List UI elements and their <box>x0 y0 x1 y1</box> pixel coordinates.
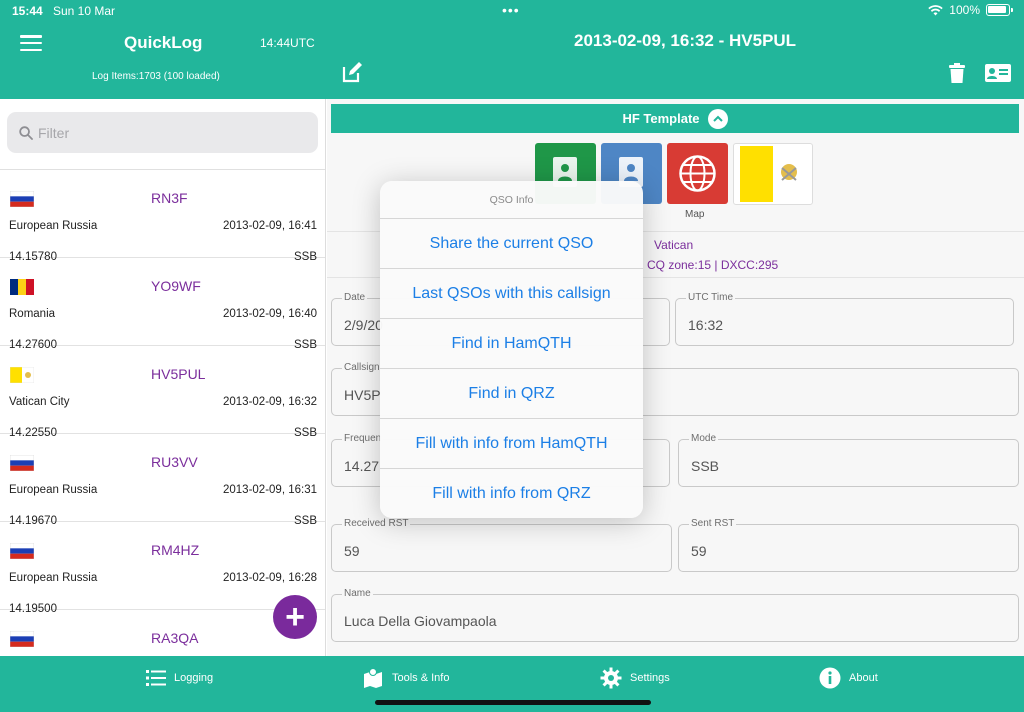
tab-tools-info-label: Tools & Info <box>392 672 450 684</box>
template-label: HF Template <box>622 111 700 126</box>
russia-flag-icon <box>10 191 34 207</box>
name-field[interactable]: Name Luca Della Giovampaola <box>331 588 1019 642</box>
russia-flag-icon <box>10 543 34 559</box>
frequency-value: 14.27 <box>344 458 380 474</box>
find-hamqth-option[interactable]: Find in HamQTH <box>380 319 643 369</box>
utc-clock: 14:44UTC <box>260 36 315 50</box>
log-country: European Russia <box>9 572 98 584</box>
top-bar: 15:44 Sun 10 Mar ••• 100% QuickLog 14:44… <box>0 0 1024 99</box>
log-callsign: RN3F <box>151 190 188 206</box>
battery-percent: 100% <box>949 3 980 17</box>
filter-box[interactable] <box>7 112 318 153</box>
app-title: QuickLog <box>124 33 203 52</box>
log-country: European Russia <box>9 220 98 232</box>
find-qrz-option[interactable]: Find in QRZ <box>380 369 643 419</box>
name-label: Name <box>342 588 373 599</box>
log-row[interactable]: HV5PUL Vatican City 2013-02-09, 16:32 14.22… <box>0 346 325 439</box>
log-callsign: RU3VV <box>151 454 198 470</box>
filter-input[interactable] <box>38 124 298 141</box>
zone-info: CQ zone:15 | DXCC:295 <box>647 258 779 272</box>
fill-hamqth-option[interactable]: Fill with info from HamQTH <box>380 419 643 469</box>
russia-flag-icon <box>10 631 34 647</box>
log-row[interactable]: YO9WF Romania 2013-02-09, 16:40 14.27600 SSB <box>0 258 325 351</box>
received-rst-value: 59 <box>344 543 360 559</box>
callsign-label: Callsign <box>342 362 382 373</box>
tab-logging[interactable]: Logging <box>146 666 213 690</box>
log-datetime: 2013-02-09, 16:41 <box>223 220 317 232</box>
status-date: Sun 10 Mar <box>53 4 116 18</box>
log-row[interactable]: RN3F European Russia 2013-02-09, 16:41 14.1… <box>0 170 325 263</box>
vatican-flag-icon <box>10 367 34 383</box>
wifi-icon <box>928 4 943 15</box>
status-indicators: 100% <box>928 3 1013 17</box>
sent-rst-field[interactable]: Sent RST 59 <box>678 518 1019 572</box>
qso-info-popover: QSO Info Share the current QSO Last QSOs… <box>380 181 643 518</box>
tab-about-label: About <box>849 672 878 684</box>
tab-about[interactable]: About <box>819 666 878 690</box>
romania-flag-icon <box>10 279 34 295</box>
globe-icon[interactable] <box>667 143 728 204</box>
contact-card-icon[interactable] <box>984 62 1012 84</box>
template-bar[interactable]: HF Template <box>331 104 1019 133</box>
received-rst-label: Received RST <box>342 518 411 529</box>
home-indicator <box>375 700 651 705</box>
utc-time-value: 16:32 <box>688 317 724 333</box>
sent-rst-value: 59 <box>691 543 707 559</box>
fill-qrz-option[interactable]: Fill with info from QRZ <box>380 469 643 518</box>
hamburger-menu-icon[interactable] <box>20 35 42 52</box>
tab-logging-label: Logging <box>174 672 214 684</box>
log-callsign: HV5PUL <box>151 366 206 382</box>
trash-icon[interactable] <box>946 62 968 84</box>
tab-settings[interactable]: Settings <box>600 666 670 690</box>
qso-title: 2013-02-09, 16:32 - HV5PUL <box>574 31 797 50</box>
tab-settings-label: Settings <box>630 672 670 684</box>
gear-icon <box>600 667 622 689</box>
log-country: Vatican City <box>9 396 70 408</box>
log-country: European Russia <box>9 484 98 496</box>
utc-time-label: UTC Time <box>686 292 735 303</box>
frequency-label: Frequen <box>342 433 384 444</box>
log-list-panel: RN3FEuropean Russia2013-02-09, 16:4114.1… <box>0 99 326 656</box>
battery-icon <box>986 4 1013 16</box>
status-time: 15:44 <box>12 4 43 18</box>
received-rst-field[interactable]: Received RST 59 <box>331 518 672 572</box>
map-label: Map <box>685 209 705 220</box>
search-icon <box>19 125 33 140</box>
log-row[interactable]: RU3VV European Russia 2013-02-09, 16:31 14.… <box>0 434 325 527</box>
map-icon <box>364 668 382 688</box>
name-value: Luca Della Giovampaola <box>344 613 497 629</box>
country-name: Vatican <box>654 238 694 252</box>
add-qso-button[interactable]: + <box>273 595 317 639</box>
date-label: Date <box>342 292 368 303</box>
mode-field[interactable]: Mode SSB <box>678 433 1019 487</box>
mode-value: SSB <box>691 458 720 474</box>
edit-icon[interactable] <box>341 62 363 84</box>
info-icon <box>819 667 841 689</box>
sent-rst-label: Sent RST <box>689 518 737 529</box>
date-value: 2/9/20 <box>344 317 383 333</box>
log-items-count: Log Items:1703 (100 loaded) <box>92 71 220 82</box>
vatican-flag-icon <box>733 143 813 205</box>
multitask-dots-icon[interactable]: ••• <box>502 2 520 18</box>
last-qsos-option[interactable]: Last QSOs with this callsign <box>380 269 643 319</box>
log-datetime: 2013-02-09, 16:28 <box>223 572 317 584</box>
popover-title: QSO Info <box>380 181 643 219</box>
log-callsign: RM4HZ <box>151 542 200 558</box>
chevron-up-icon[interactable] <box>707 108 728 129</box>
log-datetime: 2013-02-09, 16:40 <box>223 308 317 320</box>
log-datetime: 2013-02-09, 16:32 <box>223 396 317 408</box>
log-country: Romania <box>9 308 56 320</box>
share-qso-option[interactable]: Share the current QSO <box>380 219 643 269</box>
list-icon <box>146 670 166 686</box>
callsign-value: HV5P <box>344 387 381 403</box>
utc-time-field[interactable]: UTC Time 16:32 <box>675 292 1014 346</box>
log-callsign: YO9WF <box>151 278 201 294</box>
log-datetime: 2013-02-09, 16:31 <box>223 484 317 496</box>
log-row[interactable]: RM4HZ European Russia 2013-02-09, 16:28 14.… <box>0 522 325 615</box>
russia-flag-icon <box>10 455 34 471</box>
mode-label: Mode <box>689 433 719 444</box>
log-callsign: RA3QA <box>151 630 199 646</box>
tab-tools-info[interactable]: Tools & Info <box>362 666 449 690</box>
